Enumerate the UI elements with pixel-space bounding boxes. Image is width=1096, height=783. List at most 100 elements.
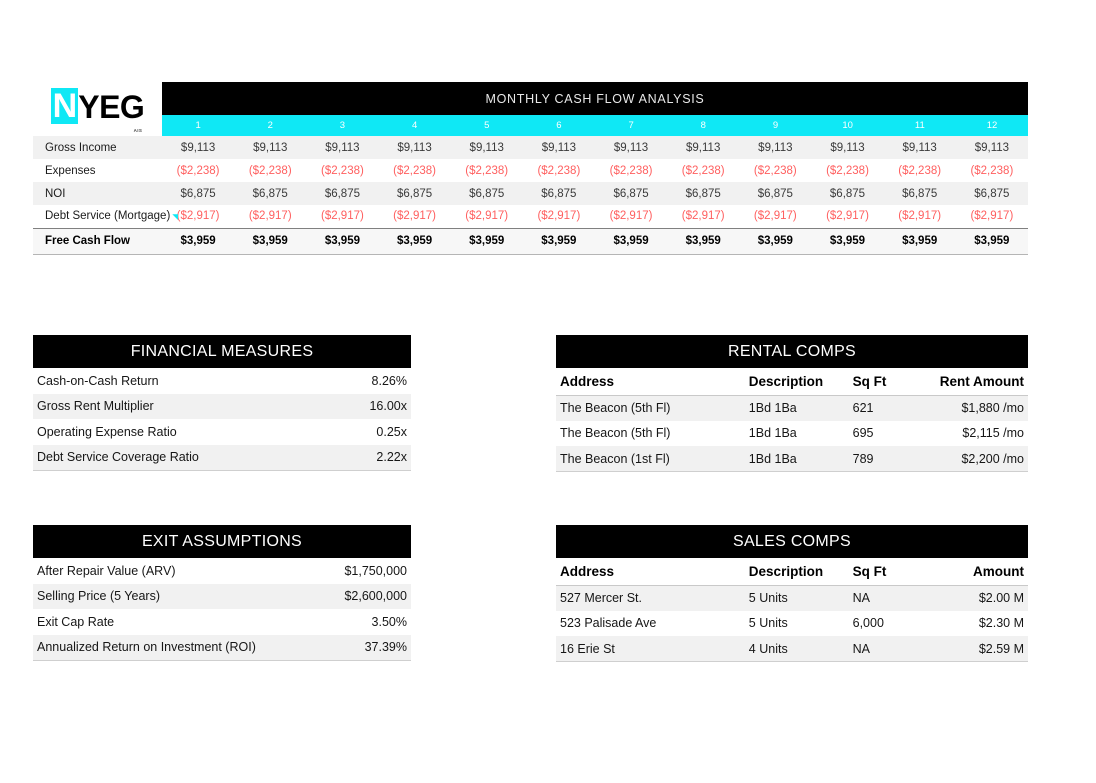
metric-label: Cash-on-Cash Return bbox=[37, 373, 159, 388]
metric-value: 37.39% bbox=[282, 634, 411, 661]
logo-mark-n: N bbox=[50, 87, 79, 125]
metric-value: 2.22x bbox=[282, 444, 411, 471]
cash-flow-cell: $3,959 bbox=[667, 227, 740, 255]
cash-flow-cell: $9,113 bbox=[739, 136, 812, 159]
month-label: 12 bbox=[986, 120, 998, 131]
table-cell: 5 Units bbox=[748, 616, 788, 631]
table-row: 523 Palisade Ave 5 Units 6,000 $2.30 M bbox=[556, 611, 1028, 637]
logo-lockup: N YEG AIS bbox=[50, 87, 145, 133]
table-row: Annualized Return on Investment (ROI) 37.… bbox=[33, 634, 411, 661]
table-cell: NA bbox=[848, 585, 920, 611]
month-label: 2 bbox=[267, 120, 273, 131]
month-label: 5 bbox=[484, 120, 490, 131]
cash-flow-title: MONTHLY CASH FLOW ANALYSIS bbox=[162, 82, 1028, 115]
cash-flow-row: Debt Service (Mortgage) ($2,917) ($2,917) (… bbox=[33, 205, 1028, 228]
table-cell: 621 bbox=[848, 395, 920, 421]
table-row: Operating Expense Ratio 0.25x bbox=[33, 419, 411, 445]
cash-flow-cell: $9,113 bbox=[667, 136, 740, 159]
month-label: 3 bbox=[339, 120, 346, 131]
logo-subtext: AIS bbox=[133, 128, 143, 133]
cash-flow-row: NOI $6,875 $6,875 $6,875 $6,875 $6,875 $6,875 $… bbox=[33, 182, 1028, 205]
monthly-cash-flow-table: N YEG AIS MONTHLY CASH FLOW ANALYSIS 12 3… bbox=[33, 82, 1028, 255]
table-cell: 527 Mercer St. bbox=[556, 585, 745, 611]
column-header[interactable]: Address bbox=[556, 368, 745, 396]
table-cell: 1Bd 1Ba bbox=[744, 446, 849, 472]
table-cell: 789 bbox=[848, 446, 920, 472]
cash-flow-cell: $9,113 bbox=[234, 136, 307, 159]
cash-flow-cell: $9,113 bbox=[450, 136, 523, 159]
table-cell: $2.00 M bbox=[919, 585, 1028, 611]
table-row: 527 Mercer St. 5 Units NA $2.00 M bbox=[556, 585, 1028, 611]
cash-flow-cell: $9,113 bbox=[811, 136, 884, 159]
column-header[interactable]: Description bbox=[744, 558, 849, 586]
cash-flow-cell: $6,875 bbox=[234, 182, 307, 205]
cash-flow-cell: ($2,917) bbox=[753, 210, 797, 223]
month-label: 4 bbox=[411, 120, 418, 131]
column-header[interactable]: Rent Amount bbox=[919, 368, 1028, 396]
sales-comps-panel: SALES COMPS Address Description Sq Ft Amoun… bbox=[556, 525, 1028, 662]
cash-flow-cell: $3,959 bbox=[306, 227, 379, 255]
month-label: 11 bbox=[914, 120, 925, 131]
cash-flow-cell: ($2,917) bbox=[465, 210, 509, 223]
cash-flow-cell: ($2,238) bbox=[176, 164, 220, 177]
cash-flow-cell: $6,875 bbox=[522, 182, 595, 205]
column-header[interactable]: Sq Ft bbox=[848, 368, 920, 396]
cash-flow-cell: $3,959 bbox=[234, 227, 307, 255]
table-cell: $2,115 /mo bbox=[962, 426, 1024, 441]
sales-comps-title: SALES COMPS bbox=[556, 525, 1028, 558]
cash-flow-cell: ($2,917) bbox=[537, 210, 581, 223]
table-row: 16 Erie St 4 Units NA $2.59 M bbox=[556, 636, 1028, 662]
exit-assumptions-table: After Repair Value (ARV) $1,750,000 Sellin… bbox=[33, 558, 411, 661]
rental-comps-panel: RENTAL COMPS Address Description Sq Ft Rent… bbox=[556, 335, 1028, 472]
table-row: After Repair Value (ARV) $1,750,000 bbox=[33, 558, 411, 584]
table-row: The Beacon (5th Fl) 1Bd 1Ba 695 $2,115 /mo bbox=[556, 421, 1028, 447]
metric-label: Exit Cap Rate bbox=[37, 614, 115, 629]
cash-flow-row-label: Debt Service (Mortgage) bbox=[45, 210, 171, 223]
cash-flow-cell: ($2,238) bbox=[826, 164, 869, 177]
metric-value: 8.26% bbox=[371, 373, 407, 388]
table-cell: 1Bd 1Ba bbox=[744, 395, 849, 421]
cash-flow-cell: $3,959 bbox=[162, 227, 235, 255]
cash-flow-cell: $3,959 bbox=[594, 227, 668, 255]
month-label: 6 bbox=[556, 120, 562, 131]
cash-flow-cell: $9,113 bbox=[955, 136, 1028, 159]
logo-wordmark: YEG bbox=[78, 89, 145, 125]
metric-label: Operating Expense Ratio bbox=[37, 424, 177, 439]
cash-flow-cell: ($2,238) bbox=[465, 164, 509, 177]
cash-flow-cell: ($2,917) bbox=[609, 210, 653, 223]
table-cell: The Beacon (1st Fl) bbox=[556, 446, 745, 472]
cash-flow-row-label: Expenses bbox=[45, 164, 96, 177]
cash-flow-cell: ($2,917) bbox=[320, 210, 364, 223]
rental-comps-title: RENTAL COMPS bbox=[556, 335, 1028, 368]
cash-flow-row-label: Free Cash Flow bbox=[33, 227, 163, 255]
month-number-row: 1 2 3 4 5 6 7 8 9 10 11 12 bbox=[162, 115, 1028, 136]
sales-comps-table: Address Description Sq Ft Amount 527 Mercer… bbox=[556, 558, 1028, 662]
table-cell: $2.30 M bbox=[978, 616, 1024, 631]
column-header[interactable]: Amount bbox=[919, 558, 1028, 586]
cash-flow-row-label: NOI bbox=[33, 182, 163, 205]
table-cell: $1,880 /mo bbox=[919, 395, 1028, 421]
exit-assumptions-title: EXIT ASSUMPTIONS bbox=[33, 525, 411, 558]
metric-label: Selling Price (5 Years) bbox=[33, 583, 283, 609]
month-label: 9 bbox=[772, 120, 779, 131]
cash-flow-row: Free Cash Flow $3,959 $3,959 $3,959 $3,959 $3… bbox=[33, 227, 1028, 255]
cash-flow-cell: ($2,917) bbox=[826, 210, 869, 223]
cash-flow-cell: ($2,238) bbox=[609, 164, 653, 177]
brand-logo: N YEG AIS bbox=[33, 82, 162, 136]
column-header[interactable]: Sq Ft bbox=[848, 558, 920, 586]
column-header[interactable]: Description bbox=[744, 368, 849, 396]
cash-flow-cell: $6,875 bbox=[378, 182, 451, 205]
month-label: 10 bbox=[842, 120, 853, 131]
month-label: 7 bbox=[628, 120, 634, 131]
financial-measures-title: FINANCIAL MEASURES bbox=[33, 335, 411, 368]
cash-flow-cell: $3,959 bbox=[883, 227, 956, 255]
table-row: The Beacon (1st Fl) 1Bd 1Ba 789 $2,200 /mo bbox=[556, 446, 1028, 472]
cash-flow-cell: $3,959 bbox=[522, 227, 595, 255]
metric-value: 0.25x bbox=[376, 424, 407, 439]
table-row: Gross Rent Multiplier 16.00x bbox=[33, 393, 411, 419]
table-cell: $2.59 M bbox=[919, 636, 1028, 662]
column-header[interactable]: Address bbox=[556, 558, 745, 586]
cash-flow-cell: ($2,238) bbox=[248, 164, 292, 177]
table-row: Selling Price (5 Years) $2,600,000 bbox=[33, 583, 411, 609]
cash-flow-cell: $9,113 bbox=[594, 136, 668, 159]
